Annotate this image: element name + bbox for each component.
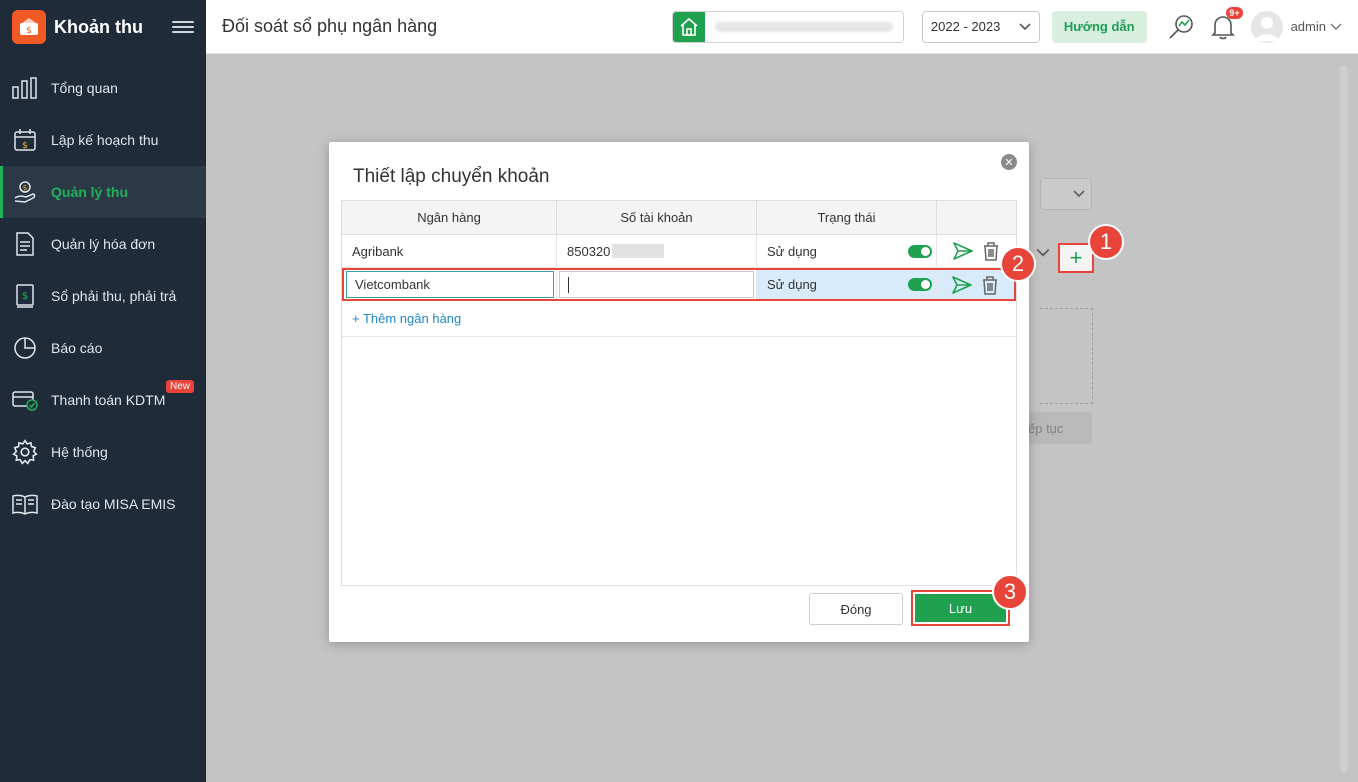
sidebar-item-lap-ke-hoach-thu[interactable]: $ Lập kế hoạch thu [0,114,206,166]
step-badge-1: 1 [1088,224,1124,260]
ledger-icon: $ [11,282,39,310]
send-icon[interactable] [952,241,973,261]
scrollbar[interactable] [1340,66,1348,772]
dialog-title: Thiết lập chuyển khoản [353,166,550,187]
table-row-editing: Vietcombank Sử dụng [342,268,1016,301]
column-header-status: Trạng thái [757,201,937,234]
trash-icon[interactable] [981,241,1001,261]
bank-grid: Ngân hàng Số tài khoản Trạng thái Agriba… [341,200,1017,586]
sidebar-item-label: Hệ thống [51,444,108,460]
chevron-down-icon[interactable] [1330,23,1342,31]
sidebar-item-label: Thanh toán KDTM [51,392,166,408]
status-toggle[interactable] [908,278,932,291]
svg-text:$: $ [26,26,32,36]
app-logo-icon: $ [12,10,46,44]
sidebar-item-quan-ly-thu[interactable]: $ Quản lý thu [0,166,206,218]
pie-chart-icon [11,334,39,362]
home-icon [672,11,705,42]
page-title: Đối soát sổ phụ ngân hàng [222,16,438,36]
sidebar-item-label: Đào tạo MISA EMIS [51,496,176,512]
sidebar-item-so-phai-thu[interactable]: $ Sổ phải thu, phải trả [0,270,206,322]
sidebar-item-label: Báo cáo [51,340,103,356]
table-row: Agribank 850320 Sử dụng [342,235,1016,268]
account-number: 850320 [567,243,611,259]
sidebar-item-label: Quản lý thu [51,184,128,200]
topbar: Đối soát sổ phụ ngân hàng 2022 - 2023 Hư… [206,0,1358,54]
sidebar-item-label: Quản lý hóa đơn [51,236,156,252]
school-name-redacted [714,21,893,32]
bank-name-input[interactable]: Vietcombank [346,271,554,298]
username[interactable]: admin [1291,19,1326,34]
send-icon[interactable] [951,275,972,295]
sidebar-item-dao-tao[interactable]: Đào tạo MISA EMIS [0,478,206,530]
sidebar-item-bao-cao[interactable]: Báo cáo [0,322,206,374]
sidebar: $ Khoản thu Tổng quan $ Lập kế hoạch thu… [0,0,206,782]
account-number-redacted [612,244,665,258]
add-bank-link[interactable]: + Thêm ngân hàng [352,311,461,326]
step-badge-3: 3 [992,574,1028,610]
guide-button[interactable]: Hướng dẫn [1051,10,1147,43]
app-title: Khoản thu [54,16,143,37]
gear-icon [11,438,39,466]
sidebar-item-tong-quan[interactable]: Tổng quan [0,62,206,114]
menu-toggle-icon[interactable] [172,16,194,38]
sidebar-item-label: Tổng quan [51,80,118,96]
school-selector[interactable] [671,10,904,43]
document-icon [11,230,39,258]
plus-icon: + [1069,245,1083,270]
new-badge: New [166,380,195,393]
book-icon [11,490,39,518]
bank-name: Agribank [352,243,404,259]
trash-icon[interactable] [980,275,1000,295]
sidebar-item-quan-ly-hoa-don[interactable]: Quản lý hóa đơn [0,218,206,270]
card-payment-icon [11,386,39,414]
sidebar-item-thanh-toan-kdtm[interactable]: Thanh toán KDTM New [0,374,206,426]
school-year-select[interactable]: 2022 - 2023 [921,10,1040,43]
step-badge-2: 2 [1000,246,1036,282]
hand-coin-icon: $ [11,178,39,206]
sidebar-item-label: Lập kế hoạch thu [51,132,159,148]
status-toggle[interactable] [908,244,932,258]
status-text: Sử dụng [767,277,817,292]
bell-icon[interactable]: 9+ [1209,6,1243,41]
sidebar-header: $ Khoản thu [0,0,206,54]
bar-chart-icon [11,74,39,102]
status-text: Sử dụng [767,243,817,259]
notification-badge: 9+ [1226,6,1243,19]
calendar-money-icon: $ [11,126,39,154]
close-icon[interactable]: ✕ [1001,154,1017,170]
close-button[interactable]: Đóng [809,593,903,625]
sidebar-item-he-thong[interactable]: Hệ thống [0,426,206,478]
grid-header: Ngân hàng Số tài khoản Trạng thái [342,201,1016,235]
chevron-down-icon [1019,22,1031,30]
text-caret [568,276,569,293]
avatar[interactable] [1250,10,1283,43]
column-header-actions [937,201,1016,234]
svg-text:$: $ [23,184,27,192]
account-number-input[interactable] [559,271,754,298]
school-year-value: 2022 - 2023 [930,19,1001,34]
transfer-setup-dialog: Thiết lập chuyển khoản ✕ Ngân hàng Số tà… [329,142,1029,642]
svg-text:$: $ [22,141,28,151]
column-header-bank: Ngân hàng [342,201,557,234]
column-header-account: Số tài khoản [557,201,757,234]
svg-text:$: $ [22,291,28,302]
divider [342,336,1016,337]
sidebar-item-label: Sổ phải thu, phải trả [51,288,177,304]
search-chart-icon[interactable] [1167,13,1195,41]
